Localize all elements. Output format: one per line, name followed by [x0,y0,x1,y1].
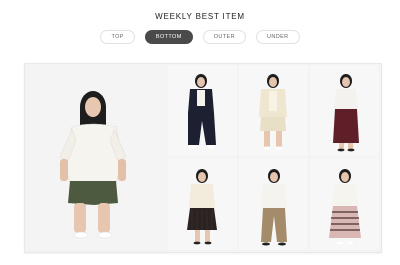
product-image-5 [168,158,237,250]
tab-under[interactable]: UNDER [255,30,300,44]
product-card-7[interactable] [310,158,379,250]
tab-bottom[interactable]: BOTTOM [144,30,193,44]
tab-outer[interactable]: OUTER [202,30,246,44]
product-card-featured[interactable] [26,65,166,250]
product-card-2[interactable] [168,65,237,156]
product-card-6[interactable] [239,158,308,250]
section-title: WEEKLY BEST ITEM [155,12,245,21]
product-image-4 [310,65,379,156]
product-image-6 [239,158,308,250]
product-card-5[interactable] [168,158,237,250]
product-card-4[interactable] [310,65,379,156]
category-tabs: TOP BOTTOM OUTER UNDER [0,30,400,44]
product-image-7 [310,158,379,250]
product-card-3[interactable] [239,65,308,156]
product-image-2 [168,65,237,156]
product-image-3 [239,65,308,156]
tab-top[interactable]: TOP [100,30,135,44]
product-gallery [24,63,382,253]
product-image-featured [26,65,166,250]
